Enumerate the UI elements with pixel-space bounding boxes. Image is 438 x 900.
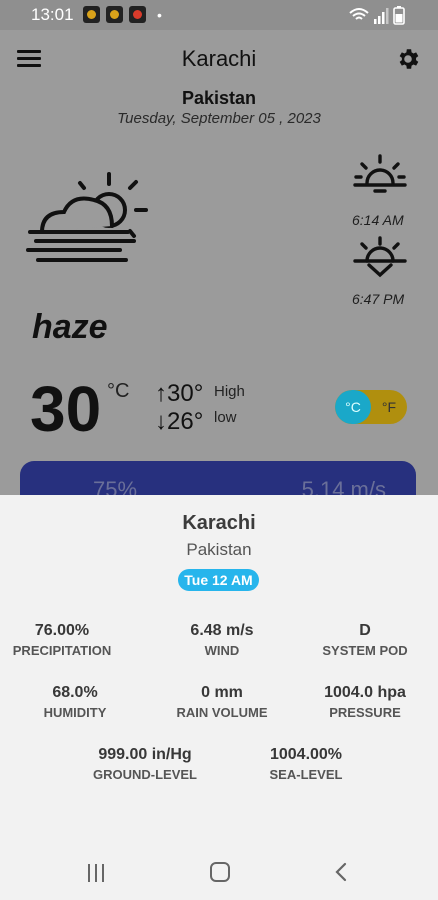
recents-icon-bar <box>102 864 104 882</box>
home-icon[interactable] <box>210 862 230 882</box>
system-status-icons <box>349 6 405 25</box>
sunset-time: 6:47 PM <box>352 291 405 307</box>
stat-sea-level: 1004.00% SEA-LEVEL <box>231 746 381 782</box>
forecast-time-badge: Tue 12 AM <box>178 569 259 591</box>
stat-value: 1004.00% <box>269 746 343 763</box>
stat-label: WIND <box>204 643 240 658</box>
system-navigation-bar <box>0 850 438 900</box>
high-label: High <box>214 383 245 400</box>
notification-app-icon <box>129 6 146 23</box>
stat-value: 6.48 m/s <box>190 622 254 639</box>
stat-label: GROUND-LEVEL <box>93 767 197 782</box>
sunset-icon <box>353 236 407 278</box>
notification-app-icon <box>83 6 100 23</box>
unit-toggle[interactable]: °C °F <box>335 390 407 424</box>
stat-value: 1004.0 hpa <box>324 684 406 701</box>
celsius-option[interactable]: °C <box>335 390 371 424</box>
sheet-country: Pakistan <box>186 540 252 559</box>
current-date: Tuesday, September 05 , 2023 <box>117 110 321 127</box>
stat-value: 999.00 in/Hg <box>98 746 192 763</box>
fahrenheit-option[interactable]: °F <box>371 390 407 424</box>
stat-rain-volume: 0 mm RAIN VOLUME <box>147 684 297 720</box>
high-temperature: ↑30° <box>155 380 204 407</box>
low-temperature: ↓26° <box>155 408 204 435</box>
sunrise-icon <box>353 154 407 193</box>
weather-condition: haze <box>32 308 108 346</box>
settings-gear-icon[interactable] <box>395 46 421 72</box>
low-label: low <box>214 409 237 426</box>
status-time: 13:01 <box>31 5 74 24</box>
stat-label: PRESSURE <box>329 705 401 720</box>
temperature-unit: °C <box>107 380 130 402</box>
haze-icon <box>26 172 148 262</box>
signal-icon <box>374 8 389 24</box>
stat-pressure: 1004.0 hpa PRESSURE <box>290 684 438 720</box>
stat-value: 68.0% <box>52 684 98 701</box>
current-temperature: 30 <box>30 373 102 445</box>
notification-dot: • <box>157 7 162 23</box>
back-icon[interactable] <box>334 862 348 882</box>
stat-ground-level: 999.00 in/Hg GROUND-LEVEL <box>70 746 220 782</box>
recents-icon[interactable] <box>88 864 108 882</box>
city-title: Karachi <box>181 46 257 71</box>
stat-system-pod: D SYSTEM POD <box>290 622 438 658</box>
stat-wind: 6.48 m/s WIND <box>147 622 297 658</box>
recents-icon-bar <box>95 864 97 882</box>
stat-label: SEA-LEVEL <box>269 767 343 782</box>
status-bar: 13:01 • <box>0 0 438 30</box>
country-name: Pakistan <box>181 88 257 108</box>
stat-humidity: 68.0% HUMIDITY <box>0 684 150 720</box>
stat-precipitation: 76.00% PRECIPITATION <box>0 622 137 658</box>
stat-label: HUMIDITY <box>43 705 107 720</box>
stat-label: RAIN VOLUME <box>176 705 268 720</box>
battery-icon <box>393 6 405 25</box>
stat-label: PRECIPITATION <box>12 643 112 658</box>
detail-bottom-sheet[interactable]: Karachi Pakistan Tue 12 AM 76.00% PRECIP… <box>0 495 438 900</box>
recents-icon-bar <box>88 864 90 882</box>
stat-value: 76.00% <box>34 622 90 639</box>
stat-value: 0 mm <box>201 684 243 701</box>
notification-app-icon <box>106 6 123 23</box>
sheet-city: Karachi <box>182 512 256 534</box>
stat-label: SYSTEM POD <box>322 643 408 658</box>
sunrise-time: 6:14 AM <box>352 212 404 228</box>
stat-value: D <box>359 622 371 639</box>
wifi-icon <box>349 8 369 20</box>
